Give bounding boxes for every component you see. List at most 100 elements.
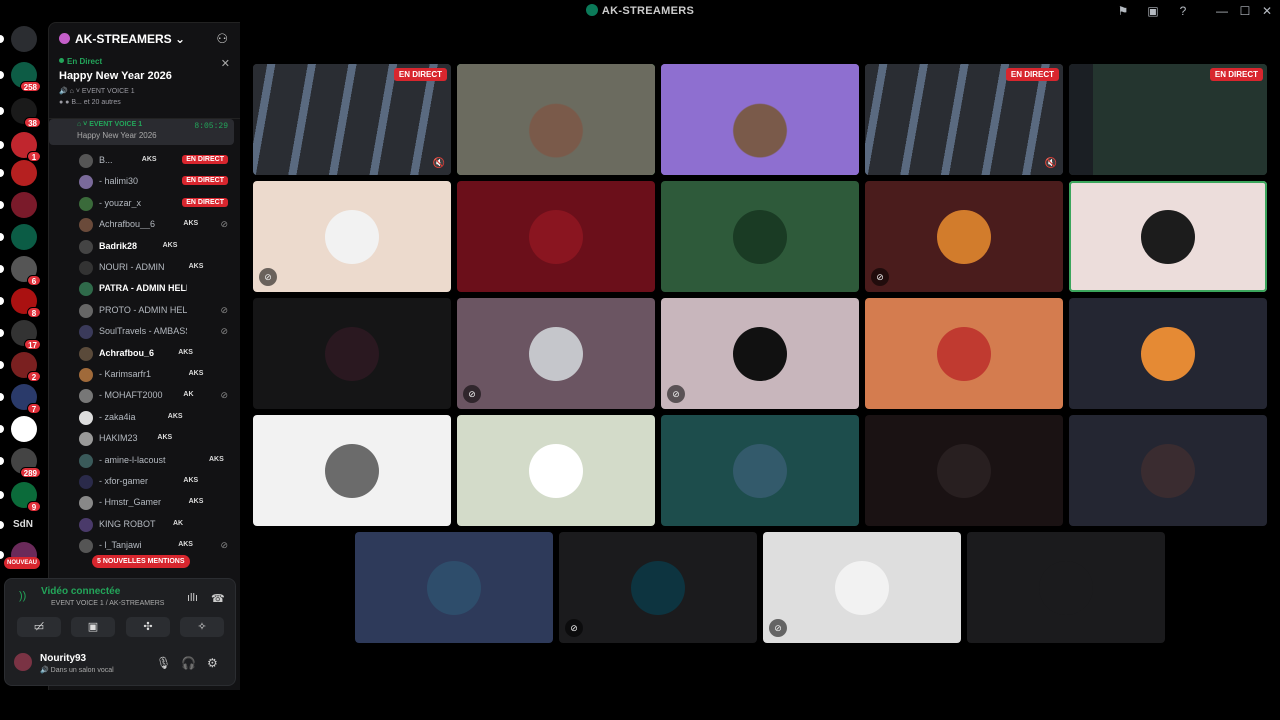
member-row[interactable]: - MOHAFT2000 AK ⊘ xyxy=(79,386,234,407)
event-card[interactable]: En Direct Happy New Year 2026 🔊 ⌂ ˅ EVEN… xyxy=(49,53,240,119)
member-row[interactable]: Badrik28 AKS xyxy=(79,237,234,258)
live-badge[interactable]: EN DIRECT xyxy=(182,155,228,164)
video-tile[interactable]: ⊘ xyxy=(661,298,859,409)
server-server-13[interactable]: 289 xyxy=(11,448,41,478)
video-tile[interactable] xyxy=(967,532,1165,643)
member-row[interactable]: Achrafbou__6 AKS ⊘ xyxy=(79,215,234,236)
member-row[interactable]: - halimi30 EN DIRECT xyxy=(79,172,234,193)
video-tile[interactable]: 🔇 EN DIRECT xyxy=(865,64,1063,175)
volume-muted-icon[interactable]: 🔇 xyxy=(433,158,445,169)
member-name: NOURI - ADMIN xyxy=(99,262,165,272)
video-tile[interactable]: EN DIRECT xyxy=(1069,64,1267,175)
server-discord-home[interactable] xyxy=(11,26,37,52)
member-row[interactable]: PROTO - ADMIN HELPER ⊘ xyxy=(79,301,234,322)
video-tile[interactable] xyxy=(1069,298,1267,409)
camera-off-icon[interactable]: ▭̸ xyxy=(17,617,61,637)
video-tile[interactable] xyxy=(661,64,859,175)
server-server-12[interactable] xyxy=(11,416,37,442)
video-tile[interactable] xyxy=(457,181,655,292)
member-row[interactable]: PATRA - ADMIN HELPER xyxy=(79,279,234,300)
member-row[interactable]: - Hmstr_Gamer AKS xyxy=(79,493,234,514)
video-tile[interactable] xyxy=(865,298,1063,409)
server-server-4[interactable] xyxy=(11,160,37,186)
avatar xyxy=(1141,443,1195,498)
avatar xyxy=(79,239,93,254)
video-tile[interactable] xyxy=(865,415,1063,526)
server-server-9[interactable]: 17 xyxy=(11,320,41,350)
video-tile[interactable]: 🔇 EN DIRECT xyxy=(253,64,451,175)
video-tile[interactable]: ⊘ xyxy=(457,298,655,409)
signal-icon[interactable]: )) xyxy=(19,590,26,602)
member-name: - l_Tanjawi xyxy=(99,540,142,551)
voice-member-list: B... AKS EN DIRECT - halimi30 EN DIRECT - you… xyxy=(49,151,240,571)
close-icon[interactable]: ✕ xyxy=(1259,3,1275,19)
video-tile[interactable] xyxy=(661,415,859,526)
video-tile[interactable] xyxy=(457,415,655,526)
username[interactable]: Nourity93 xyxy=(40,653,86,664)
gear-icon[interactable]: ⚙ xyxy=(207,656,218,670)
member-row[interactable]: - amine-l-lacoust AKS xyxy=(79,451,234,472)
server-server-7[interactable]: 6 xyxy=(11,256,41,286)
invite-people-icon[interactable]: ⚇ xyxy=(216,31,228,47)
member-row[interactable]: SoulTravels - AMBASSAD... ⊘ xyxy=(79,322,234,343)
screen-icon[interactable]: ▣ xyxy=(1145,3,1161,19)
member-row[interactable]: - Karimsarfr1 AKS xyxy=(79,365,234,386)
activities-icon[interactable]: ✣ xyxy=(126,617,170,637)
volume-muted-icon[interactable]: 🔇 xyxy=(1045,158,1057,169)
server-server-1[interactable]: 258 xyxy=(11,62,41,92)
video-tile[interactable] xyxy=(355,532,553,643)
video-tile[interactable]: ⊘ xyxy=(763,532,961,643)
help-icon[interactable]: ? xyxy=(1175,3,1191,19)
video-tile[interactable] xyxy=(1069,415,1267,526)
video-tile[interactable] xyxy=(253,415,451,526)
avatar[interactable] xyxy=(12,651,34,673)
video-tile[interactable] xyxy=(661,181,859,292)
disconnect-icon[interactable]: ☎ xyxy=(211,592,225,605)
avatar xyxy=(79,517,93,532)
member-row[interactable]: - youzar_x EN DIRECT xyxy=(79,194,234,215)
screen-share-icon[interactable]: ▣ xyxy=(71,617,115,637)
avatar xyxy=(79,261,93,275)
video-tile[interactable]: ⊘ xyxy=(559,532,757,643)
member-name: Achrafbou_6 xyxy=(99,347,155,358)
maximize-icon[interactable]: ☐ xyxy=(1237,3,1253,19)
server-server-6[interactable] xyxy=(11,224,37,250)
server-server-8[interactable]: 8 xyxy=(11,288,41,318)
member-row[interactable]: - xfor-gamer AKS xyxy=(79,472,234,493)
inbox-icon[interactable]: ⚑ xyxy=(1115,3,1131,19)
voice-channel-header[interactable]: ⌂ ˅ EVENT VOICE 1 8:05:29 Happy New Year… xyxy=(49,119,234,145)
new-servers-badge[interactable]: NOUVEAU xyxy=(4,557,41,569)
soundboard-icon[interactable]: ✧ xyxy=(180,617,224,637)
noise-suppression-icon[interactable]: ıllı xyxy=(187,592,198,604)
voice-location[interactable]: EVENT VOICE 1 / AK-STREAMERS xyxy=(51,600,164,607)
live-badge: EN DIRECT xyxy=(1209,68,1263,81)
server-server-2[interactable]: 38 xyxy=(11,98,41,128)
server-server-11[interactable]: 7 xyxy=(11,384,41,414)
server-server-10[interactable]: 2 xyxy=(11,352,41,382)
member-row[interactable]: NOURI - ADMIN AKS xyxy=(79,258,234,279)
video-tile[interactable]: ⊘ xyxy=(253,181,451,292)
member-tag: AKS xyxy=(209,455,224,463)
microphone-icon[interactable]: 🎙 xyxy=(156,656,171,670)
video-tile[interactable] xyxy=(457,64,655,175)
member-row[interactable]: HAKIM23 AKS xyxy=(79,429,234,450)
live-badge[interactable]: EN DIRECT xyxy=(182,197,228,207)
video-tile[interactable] xyxy=(1069,181,1267,292)
member-row[interactable]: KING ROBOT AK xyxy=(79,515,234,536)
member-row[interactable]: Achrafbou_6 AKS xyxy=(79,344,234,365)
server-server-sdn[interactable]: SdN xyxy=(11,512,37,538)
minimize-icon[interactable]: — xyxy=(1214,3,1230,19)
voice-status[interactable]: Vidéo connectée xyxy=(41,586,120,597)
member-row[interactable]: B... AKS EN DIRECT xyxy=(79,151,234,172)
new-mentions-pill[interactable]: 5 NOUVELLES MENTIONS xyxy=(92,555,190,568)
video-tile[interactable] xyxy=(253,298,451,409)
server-server-3[interactable]: 1 xyxy=(11,132,41,162)
guild-header[interactable]: AK-STREAMERS ⌄ ⚇ xyxy=(49,23,240,53)
server-server-14[interactable]: 9 xyxy=(11,482,41,512)
headset-icon[interactable]: 🎧 xyxy=(181,656,196,670)
server-server-5[interactable] xyxy=(11,192,37,218)
close-icon[interactable]: ✕ xyxy=(221,57,230,70)
live-badge[interactable]: EN DIRECT xyxy=(182,176,228,186)
member-row[interactable]: - zaka4ia AKS xyxy=(79,408,234,429)
video-tile[interactable]: ⊘ xyxy=(865,181,1063,292)
